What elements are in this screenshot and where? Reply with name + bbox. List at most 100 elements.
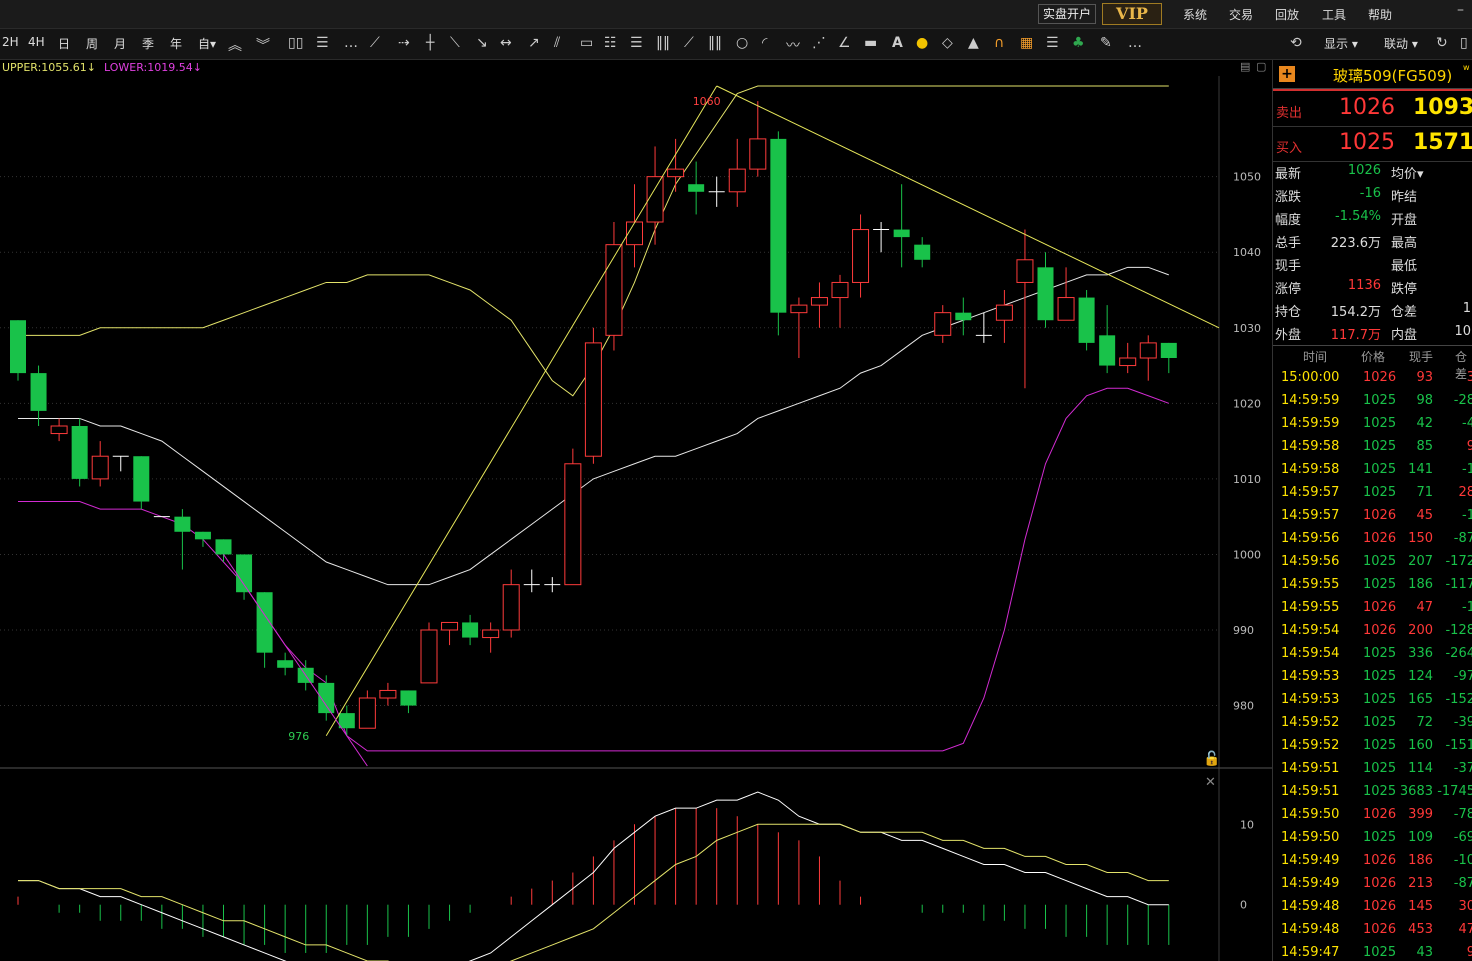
menu-system[interactable]: 系统 — [1183, 6, 1207, 23]
bell-icon[interactable]: ▲ — [968, 35, 979, 51]
rect-icon[interactable]: ▭ — [580, 35, 593, 51]
price-tick-label: 1040 — [1233, 246, 1261, 259]
tick-oi-change: -87 — [1453, 876, 1472, 891]
scroll-up-icon[interactable]: ︽ — [228, 35, 242, 55]
tick-oi-change: 28 — [1458, 485, 1472, 500]
vertical-line-icon[interactable]: ┼ — [426, 35, 434, 51]
tick-oi-change: -1 — [1462, 508, 1472, 523]
ask-volume: 1093 — [1413, 95, 1472, 120]
period-2h[interactable]: 2H — [2, 35, 19, 49]
vip-button[interactable]: VIP — [1102, 3, 1162, 25]
fullscreen-icon[interactable]: ▢ — [1256, 60, 1266, 73]
tick-time: 14:59:57 — [1281, 508, 1340, 523]
tick-volume: 453 — [1408, 922, 1433, 937]
bid-row[interactable]: 买入 1025 1571 — [1273, 127, 1472, 162]
indicator-status-line: UPPER:1055.61↓ LOWER:1019.54↓ ▤ ▢ — [0, 60, 1272, 76]
magnet-icon[interactable]: ∩ — [994, 35, 1004, 51]
split-vertical-icon[interactable]: ▯▯ — [288, 35, 303, 51]
ruler-icon[interactable]: ▬ — [864, 35, 877, 51]
tick-price: 1025 — [1363, 485, 1397, 500]
more-icon[interactable]: … — [344, 35, 358, 51]
arc-icon[interactable]: ◜ — [762, 35, 767, 51]
candle — [91, 441, 109, 487]
quote-key: 涨跌 — [1275, 190, 1302, 205]
ext-line-icon[interactable]: ↔ — [500, 35, 512, 51]
smiley-icon[interactable]: ● — [916, 35, 928, 51]
tick-row: 14:59:55 1025 186 -117 — [1273, 574, 1472, 597]
chart-svg[interactable]: 105010401030102010101000990980 1060 976 … — [0, 76, 1272, 961]
toolbar-more-icon[interactable]: … — [1128, 35, 1142, 51]
period-day[interactable]: 日 — [58, 35, 70, 52]
period-season[interactable]: 季 — [142, 35, 154, 52]
tick-row: 14:59:56 1026 150 -87 — [1273, 528, 1472, 551]
period-lines-icon[interactable]: ‖‖ — [656, 35, 670, 51]
display-dropdown[interactable]: 显示 ▾ — [1324, 35, 1358, 52]
angle-icon[interactable]: ∠ — [838, 35, 851, 51]
period-month[interactable]: 月 — [114, 35, 126, 52]
menu-tools[interactable]: 工具 — [1322, 6, 1346, 23]
quote-key: 持仓 — [1275, 305, 1302, 320]
wave-icon[interactable]: 〰 — [786, 35, 800, 55]
tick-price: 1025 — [1363, 761, 1397, 776]
cycle-icon[interactable]: ‖‖ — [708, 35, 722, 51]
trend-line-icon[interactable]: ⟍ — [450, 35, 460, 51]
split-horizontal-icon[interactable]: ☰ — [316, 35, 329, 51]
minimize-icon[interactable]: – — [1457, 2, 1464, 18]
period-custom[interactable]: 自▾ — [198, 35, 216, 52]
period-4h[interactable]: 4H — [28, 35, 45, 49]
candle-body-up — [1139, 342, 1157, 359]
lock-icon[interactable]: ▯ — [1460, 35, 1468, 51]
ray-tool-icon[interactable]: ⇢ — [398, 35, 410, 51]
sync-icon[interactable]: ⟲ — [1290, 35, 1302, 51]
scroll-down-icon[interactable]: ︾ — [256, 35, 270, 55]
tick-time: 14:59:47 — [1281, 945, 1340, 960]
bid-volume: 1571 — [1413, 130, 1472, 155]
period-year[interactable]: 年 — [170, 35, 182, 52]
parallel-icon[interactable]: ⫽ — [554, 35, 560, 51]
price-tick-label: 1030 — [1233, 322, 1261, 335]
segment-tool-icon[interactable]: ⟋ — [370, 35, 380, 51]
period-week[interactable]: 周 — [86, 35, 98, 52]
align-icon[interactable]: ☰ — [1046, 35, 1059, 51]
kline-chart[interactable]: 1050 1040 1030 1020 1010 1000 990 980 1060 976 … — [0, 76, 1272, 961]
menu-help[interactable]: 帮助 — [1368, 6, 1392, 23]
add-watchlist-button[interactable]: + — [1279, 66, 1295, 82]
edit-icon[interactable]: ✎ — [1100, 35, 1112, 51]
tick-oi-change: -37 — [1453, 761, 1472, 776]
quote-key: 总手 — [1275, 236, 1302, 251]
arrow-line-icon[interactable]: ↘ — [476, 35, 488, 51]
candle — [646, 146, 664, 245]
candle-body-up — [420, 629, 438, 684]
open-account-button[interactable]: 实盘开户 — [1038, 4, 1097, 24]
tick-oi-change: -264 — [1445, 646, 1472, 661]
macd-pane — [17, 791, 1170, 961]
candle — [893, 184, 910, 268]
gann-icon[interactable]: ⟋ — [684, 35, 694, 51]
tick-price: 1025 — [1363, 393, 1397, 408]
layers-icon[interactable]: ▦ — [1020, 35, 1033, 51]
tick-price: 1025 — [1363, 784, 1397, 799]
refresh-icon[interactable]: ↻ — [1436, 35, 1448, 51]
tick-oi-change: -1745 — [1437, 784, 1472, 799]
candle — [1139, 335, 1157, 381]
eraser-icon[interactable]: ◇ — [942, 35, 953, 51]
ask-row[interactable]: 卖出 1026 1093 — [1273, 92, 1472, 127]
menu-replay[interactable]: 回放 — [1275, 6, 1299, 23]
text-icon[interactable]: A — [892, 35, 903, 51]
fan-icon[interactable]: ⋰ — [812, 35, 826, 51]
panel-layout-icon[interactable]: ▤ — [1240, 60, 1250, 73]
fib-icon[interactable]: ☷ — [604, 35, 617, 51]
candle-body-down — [1160, 342, 1177, 358]
trendline-falling — [716, 85, 1220, 329]
circle-icon[interactable]: ○ — [736, 35, 748, 51]
arrow-icon[interactable]: ↗ — [528, 35, 540, 51]
price-tick-label: 1020 — [1233, 397, 1261, 410]
clover-icon[interactable]: ♣ — [1072, 35, 1085, 51]
candle — [215, 539, 232, 562]
menu-trade[interactable]: 交易 — [1229, 6, 1253, 23]
channel-icon[interactable]: ☰ — [630, 35, 643, 51]
candle-body-down — [462, 622, 479, 638]
candle-body-up — [728, 168, 746, 193]
link-dropdown[interactable]: 联动 ▾ — [1384, 35, 1418, 52]
candle — [174, 509, 191, 570]
